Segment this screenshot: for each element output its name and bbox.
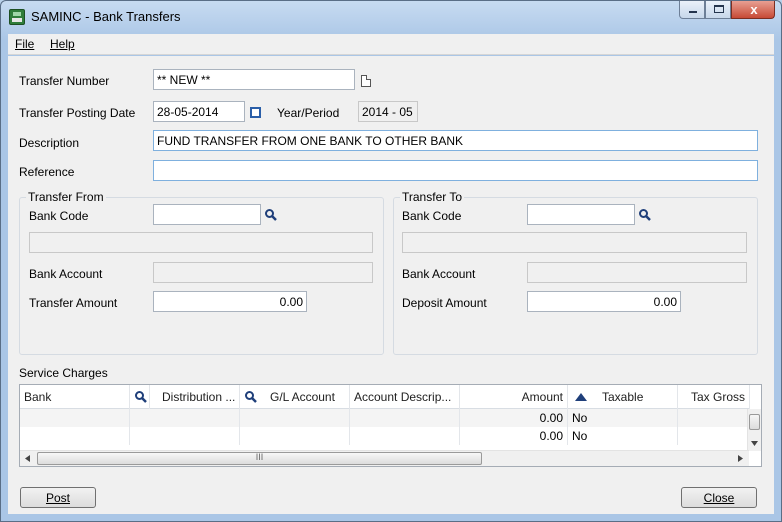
deposit-amount-label: Deposit Amount [402,296,487,310]
menu-file[interactable]: File [15,37,34,51]
reference-label: Reference [19,165,75,179]
transfer-amount-field[interactable]: 0.00 [153,291,307,312]
col-distribution[interactable]: Distribution ... [150,385,240,409]
col-account-description[interactable]: Account Descrip... [350,385,460,409]
to-bank-account-field [527,262,747,283]
new-document-icon[interactable] [361,75,371,87]
service-charges-grid: Bank Distribution ... G/L Account Accoun… [19,384,762,467]
minimize-icon [689,11,697,13]
grid-vertical-scrollbar[interactable] [747,409,761,451]
title-bar[interactable]: SAMINC - Bank Transfers x [1,1,781,33]
service-charges-title: Service Charges [19,366,108,380]
col-bank-lookup [130,385,150,409]
row-amount: 0.00 [460,427,568,445]
bank-transfers-window: SAMINC - Bank Transfers x File Help Tran… [0,0,782,522]
close-button[interactable]: Close [681,487,757,508]
col-tax-gross[interactable]: Tax Gross [678,385,750,409]
from-bank-name-field [29,232,373,253]
transfer-amount-label: Transfer Amount [29,296,118,310]
year-period-field: 2014 - 05 [358,101,418,122]
to-bank-code-label: Bank Code [402,209,462,223]
to-bank-code-field[interactable] [527,204,635,225]
col-gl-account[interactable]: G/L Account [240,385,350,409]
col-bank[interactable]: Bank [20,385,130,409]
description-label: Description [19,136,80,150]
form-area: Transfer Number ** NEW ** Transfer Posti… [8,56,774,514]
col-taxable[interactable]: Taxable [568,385,678,409]
deposit-amount-field[interactable]: 0.00 [527,291,681,312]
transfer-from-title: Transfer From [26,190,106,204]
reference-field[interactable] [153,160,758,181]
post-button-label: Post [45,491,70,505]
table-row[interactable]: 0.00 No [20,409,750,427]
posting-date-field[interactable]: 28-05-2014 [153,101,245,122]
close-window-button[interactable]: x [731,1,775,19]
grid-header: Bank Distribution ... G/L Account Accoun… [20,385,750,409]
window-title: SAMINC - Bank Transfers [31,9,181,24]
scroll-grip: III [255,452,264,462]
description-field[interactable]: FUND TRANSFER FROM ONE BANK TO OTHER BAN… [153,130,758,151]
table-row[interactable]: 0.00 No [20,427,750,445]
menu-bar: File Help [8,34,774,55]
close-icon: x [750,2,758,17]
from-bank-search-icon[interactable] [264,208,278,222]
from-bank-account-label: Bank Account [29,267,103,281]
vertical-scroll-thumb[interactable] [749,414,760,430]
from-bank-code-field[interactable] [153,204,261,225]
grid-horizontal-scrollbar[interactable]: III [20,450,749,466]
menu-help[interactable]: Help [50,37,75,51]
horizontal-scroll-thumb[interactable]: III [37,452,482,465]
transfer-to-title: Transfer To [400,190,465,204]
row-taxable: No [568,409,678,427]
year-period-label: Year/Period [277,106,340,120]
transfer-number-field[interactable]: ** NEW ** [153,69,355,90]
to-bank-account-label: Bank Account [402,267,476,281]
to-bank-name-field [402,232,747,253]
row-amount: 0.00 [460,409,568,427]
app-icon [9,9,25,25]
transfer-number-label: Transfer Number [19,74,110,88]
scroll-left-icon[interactable] [25,455,30,462]
caption-buttons: x [679,1,775,21]
from-bank-account-field [153,262,373,283]
col-amount[interactable]: Amount [460,385,568,409]
scroll-right-icon[interactable] [738,455,743,462]
maximize-icon [714,5,724,13]
posting-date-label: Transfer Posting Date [19,106,136,120]
close-button-label: Close [703,491,735,505]
from-bank-code-label: Bank Code [29,209,89,223]
post-button[interactable]: Post [20,487,96,508]
row-taxable: No [568,427,678,445]
calendar-icon[interactable] [250,107,261,118]
minimize-button[interactable] [679,1,705,19]
maximize-button[interactable] [705,1,731,19]
to-bank-search-icon[interactable] [638,208,652,222]
scroll-down-icon[interactable] [751,441,758,446]
